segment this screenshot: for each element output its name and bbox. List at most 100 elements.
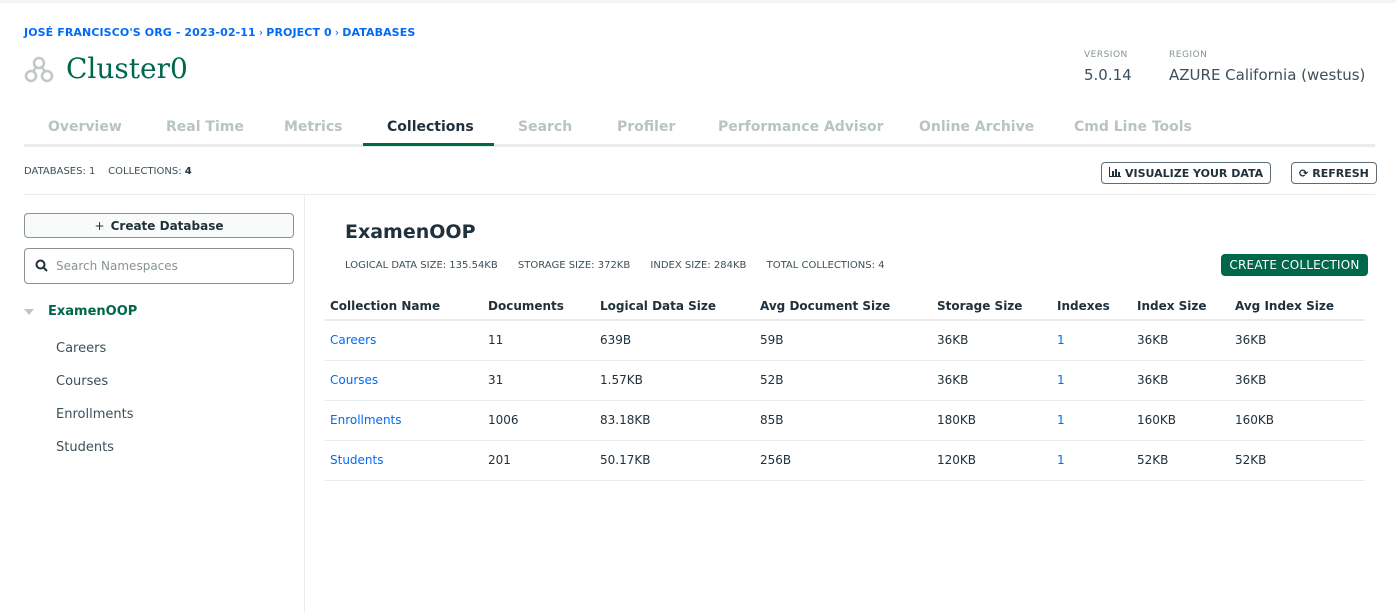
column-header[interactable]: Documents xyxy=(488,299,564,313)
index-size: INDEX SIZE: 284KB xyxy=(650,260,747,271)
documents-cell: 11 xyxy=(488,333,504,347)
search-icon xyxy=(35,257,48,276)
column-header[interactable]: Indexes xyxy=(1057,299,1110,313)
caret-down-icon[interactable] xyxy=(24,308,34,315)
tab-real-time[interactable]: Real Time xyxy=(166,119,244,135)
region-label: REGION xyxy=(1169,50,1208,60)
chevron-right-icon: › xyxy=(334,26,340,39)
avg-index-size-cell: 52KB xyxy=(1235,453,1267,467)
cluster-icon xyxy=(24,54,54,84)
collection-link[interactable]: Courses xyxy=(330,373,378,387)
index-size-cell: 36KB xyxy=(1137,333,1169,347)
index-size-cell: 36KB xyxy=(1137,373,1169,387)
refresh-label: REFRESH xyxy=(1312,166,1369,180)
refresh-button[interactable]: ⟳ REFRESH xyxy=(1291,162,1377,184)
search-namespaces-input[interactable] xyxy=(56,259,276,273)
tab-profiler[interactable]: Profiler xyxy=(617,119,675,135)
column-header[interactable]: Logical Data Size xyxy=(600,299,716,313)
avg-doc-size-cell: 52B xyxy=(760,373,784,387)
sidebar-collection-courses[interactable]: Courses xyxy=(56,374,108,389)
avg-index-size-cell: 36KB xyxy=(1235,373,1267,387)
tab-overview[interactable]: Overview xyxy=(48,119,122,135)
collections-table: Collection Name Documents Logical Data S… xyxy=(325,290,1365,481)
cluster-header: Cluster0 xyxy=(24,52,188,85)
tab-collections[interactable]: Collections xyxy=(387,119,474,135)
tab-online-archive[interactable]: Online Archive xyxy=(919,119,1034,135)
indexes-link[interactable]: 1 xyxy=(1057,453,1065,467)
avg-doc-size-cell: 85B xyxy=(760,413,784,427)
storage-size-cell: 120KB xyxy=(937,453,977,467)
tab-metrics[interactable]: Metrics xyxy=(284,119,342,135)
collection-link[interactable]: Careers xyxy=(330,333,376,347)
storage-size-cell: 36KB xyxy=(937,333,969,347)
active-tab-indicator xyxy=(363,143,494,146)
collection-link[interactable]: Enrollments xyxy=(330,413,402,427)
version-info: VERSION 5.0.14 xyxy=(1084,50,1132,84)
table-header-row: Collection Name Documents Logical Data S… xyxy=(325,290,1365,321)
visualize-data-button[interactable]: VISUALIZE YOUR DATA xyxy=(1101,162,1272,184)
indexes-link[interactable]: 1 xyxy=(1057,373,1065,387)
create-collection-button[interactable]: CREATE COLLECTION xyxy=(1221,254,1368,276)
sidebar-collection-careers[interactable]: Careers xyxy=(56,341,106,356)
tab-performance-advisor[interactable]: Performance Advisor xyxy=(718,119,884,135)
column-header[interactable]: Storage Size xyxy=(937,299,1022,313)
storage-size-cell: 180KB xyxy=(937,413,977,427)
summary-stats: DATABASES: 1 COLLECTIONS: 4 xyxy=(24,166,192,177)
bar-chart-icon xyxy=(1109,166,1121,180)
column-header[interactable]: Index Size xyxy=(1137,299,1207,313)
indexes-link[interactable]: 1 xyxy=(1057,333,1065,347)
table-row: Students 201 50.17KB 256B 120KB 1 52KB 5… xyxy=(325,441,1365,481)
create-database-label: Create Database xyxy=(110,218,224,233)
databases-label: DATABASES: xyxy=(24,166,86,177)
chevron-right-icon: › xyxy=(258,26,264,39)
database-title: ExamenOOP xyxy=(345,221,476,243)
avg-doc-size-cell: 59B xyxy=(760,333,784,347)
region-info: REGION AZURE California (westus) xyxy=(1169,50,1365,84)
databases-count: 1 xyxy=(89,166,96,177)
avg-index-size-cell: 160KB xyxy=(1235,413,1275,427)
table-row: Courses 31 1.57KB 52B 36KB 1 36KB 36KB xyxy=(325,361,1365,401)
tab-search[interactable]: Search xyxy=(518,119,572,135)
documents-cell: 31 xyxy=(488,373,504,387)
logical-data-size: LOGICAL DATA SIZE: 135.54KB xyxy=(345,260,498,271)
sidebar-collection-students[interactable]: Students xyxy=(56,440,114,455)
sidebar-database-examenoop[interactable]: ExamenOOP xyxy=(24,304,137,319)
sidebar-database-name[interactable]: ExamenOOP xyxy=(48,304,137,319)
create-database-button[interactable]: + Create Database xyxy=(24,213,294,238)
breadcrumb: JOSÉ FRANCISCO'S ORG - 2023-02-11 › PROJEC… xyxy=(24,26,415,39)
version-value: 5.0.14 xyxy=(1084,66,1132,84)
logical-size-cell: 639B xyxy=(600,333,632,347)
cluster-tabs: Overview Real Time Metrics Collections S… xyxy=(24,112,1375,147)
region-value: AZURE California (westus) xyxy=(1169,66,1366,84)
refresh-icon: ⟳ xyxy=(1299,166,1309,180)
collection-link[interactable]: Students xyxy=(330,453,384,467)
content-divider xyxy=(24,194,1375,195)
breadcrumb-databases[interactable]: DATABASES xyxy=(342,26,415,39)
breadcrumb-org[interactable]: JOSÉ FRANCISCO'S ORG - 2023-02-11 xyxy=(24,26,256,39)
avg-index-size-cell: 36KB xyxy=(1235,333,1267,347)
logical-size-cell: 83.18KB xyxy=(600,413,651,427)
plus-icon: + xyxy=(94,218,105,233)
logical-size-cell: 50.17KB xyxy=(600,453,651,467)
visualize-data-label: VISUALIZE YOUR DATA xyxy=(1125,166,1264,180)
logical-size-cell: 1.57KB xyxy=(600,373,643,387)
storage-size-cell: 36KB xyxy=(937,373,969,387)
sidebar-collection-enrollments[interactable]: Enrollments xyxy=(56,407,133,422)
collections-count: 4 xyxy=(184,166,192,177)
tab-cmd-line-tools[interactable]: Cmd Line Tools xyxy=(1074,119,1192,135)
column-header[interactable]: Avg Index Size xyxy=(1235,299,1334,313)
column-header[interactable]: Avg Document Size xyxy=(760,299,890,313)
table-row: Careers 11 639B 59B 36KB 1 36KB 36KB xyxy=(325,321,1365,361)
column-header[interactable]: Collection Name xyxy=(330,299,440,313)
index-size-cell: 160KB xyxy=(1137,413,1177,427)
top-border xyxy=(0,0,1396,3)
sidebar-divider xyxy=(304,195,305,613)
indexes-link[interactable]: 1 xyxy=(1057,413,1065,427)
documents-cell: 1006 xyxy=(488,413,519,427)
breadcrumb-project[interactable]: PROJECT 0 xyxy=(266,26,331,39)
storage-size: STORAGE SIZE: 372KB xyxy=(517,260,631,271)
index-size-cell: 52KB xyxy=(1137,453,1169,467)
namespace-search[interactable] xyxy=(24,248,294,284)
total-collections: TOTAL COLLECTIONS: 4 xyxy=(766,260,885,271)
documents-cell: 201 xyxy=(488,453,511,467)
